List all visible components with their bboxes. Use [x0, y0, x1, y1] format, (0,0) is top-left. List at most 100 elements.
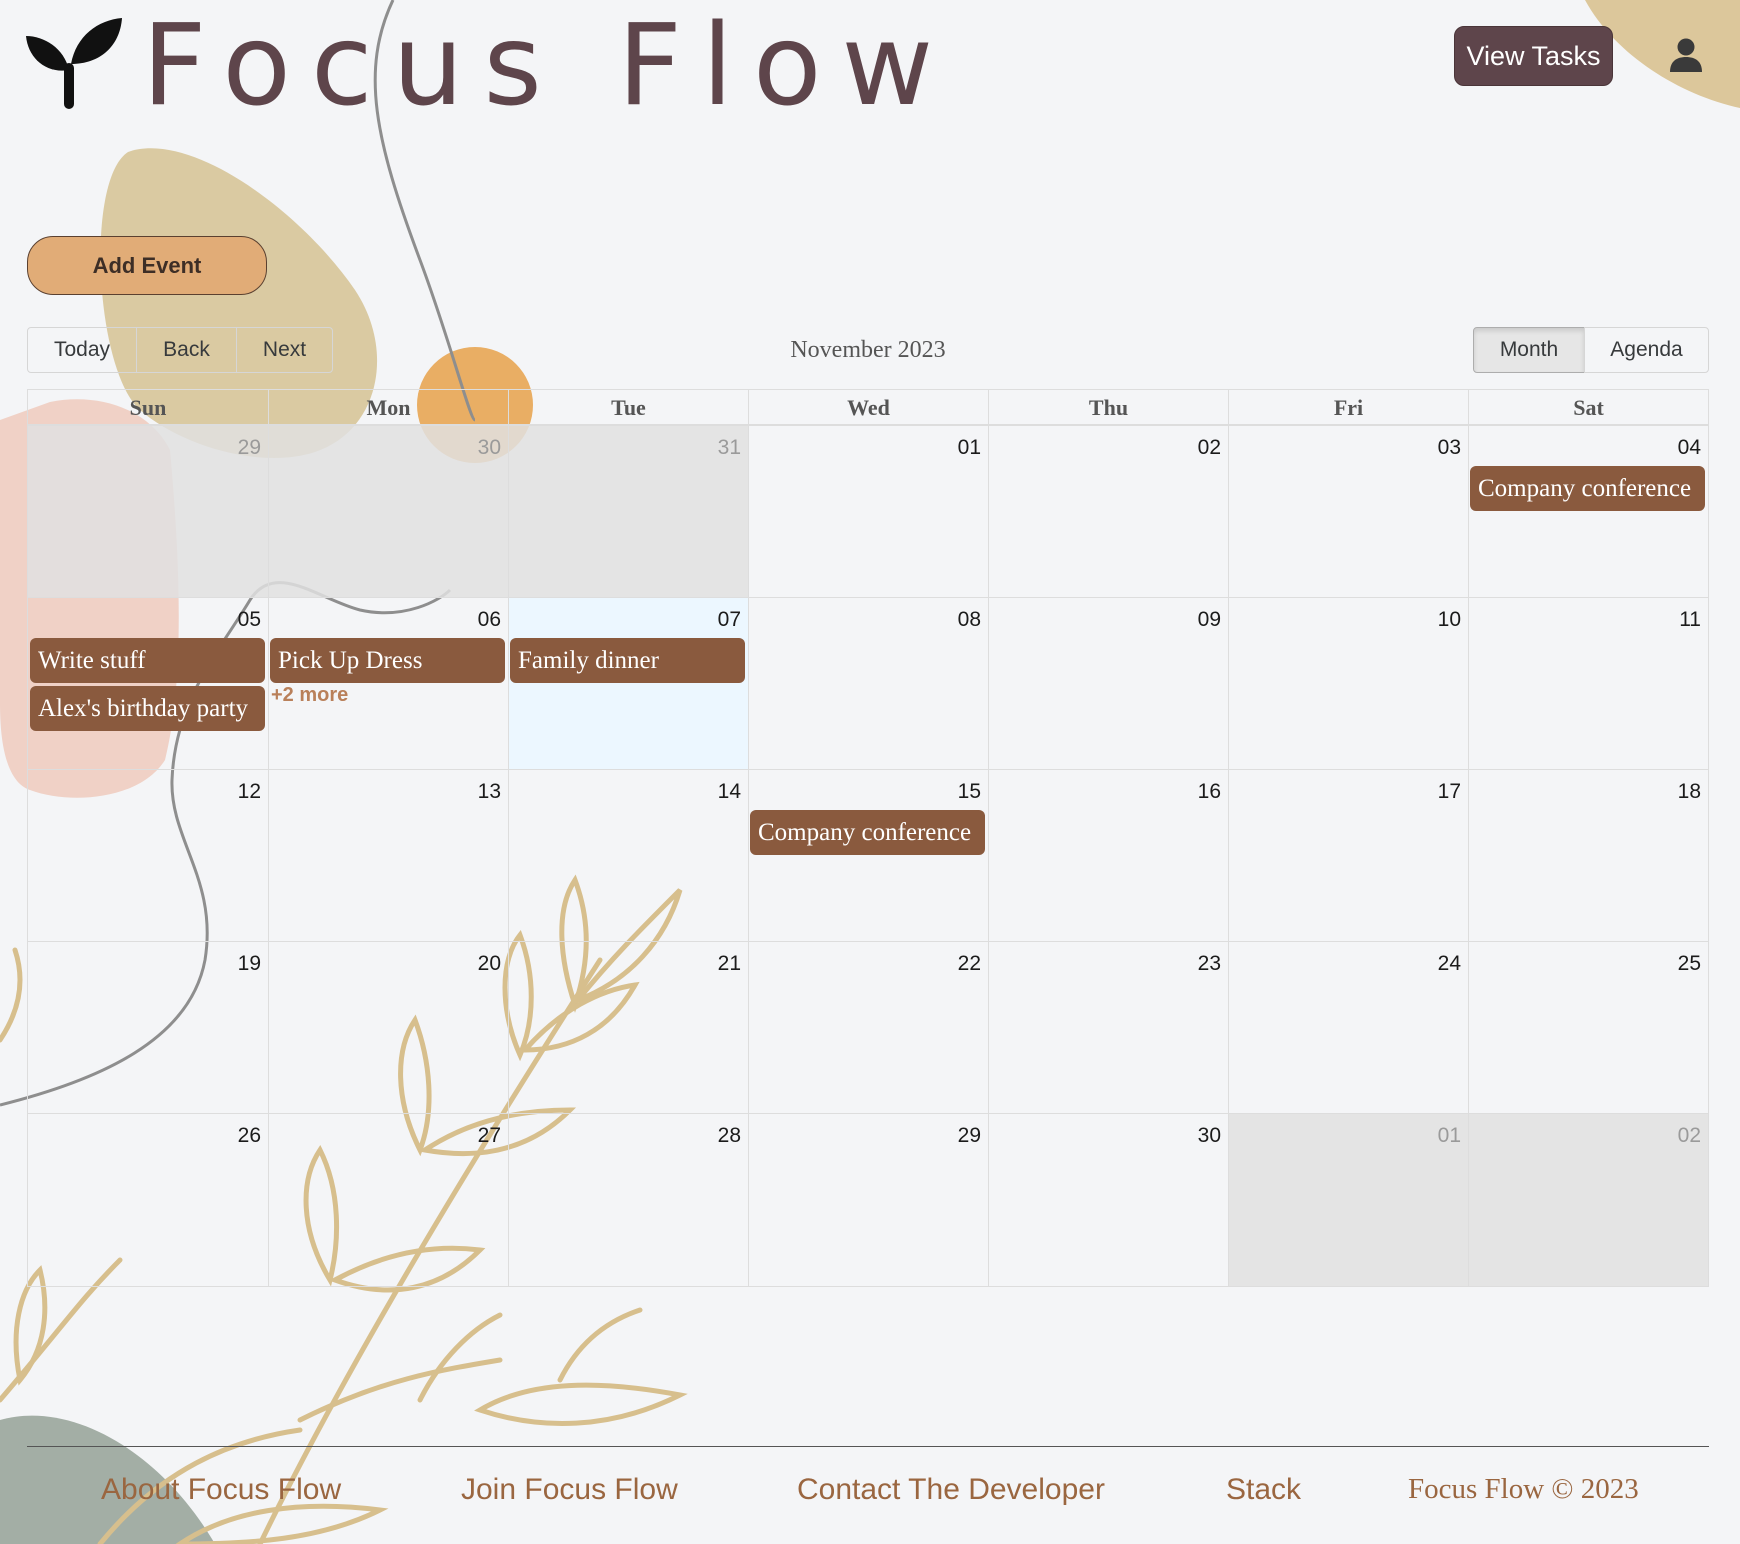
day-cell[interactable]: 26: [28, 1114, 268, 1286]
day-cell[interactable]: 10: [1228, 598, 1468, 770]
date-number[interactable]: 04: [1678, 436, 1701, 460]
date-number[interactable]: 05: [238, 608, 261, 632]
date-number[interactable]: 14: [718, 780, 741, 804]
month-view-button[interactable]: Month: [1473, 327, 1585, 373]
month-calendar: Sun Mon Tue Wed Thu Fri Sat 29 30 31 01 02 03 04 Comp…: [27, 389, 1709, 1287]
day-cell[interactable]: 18: [1468, 770, 1708, 942]
date-number[interactable]: 24: [1438, 952, 1461, 976]
day-cell[interactable]: 01: [1228, 1114, 1468, 1286]
date-number[interactable]: 18: [1678, 780, 1701, 804]
calendar-event[interactable]: Company conference: [750, 810, 985, 855]
day-cell[interactable]: 21: [508, 942, 748, 1114]
date-number[interactable]: 27: [478, 1124, 501, 1148]
agenda-view-button[interactable]: Agenda: [1584, 327, 1709, 373]
day-cell[interactable]: 04: [1468, 426, 1708, 598]
day-cell[interactable]: 11: [1468, 598, 1708, 770]
calendar-event[interactable]: Company conference: [1470, 466, 1705, 511]
day-cell[interactable]: 02: [988, 426, 1228, 598]
calendar-week-row: 19 20 21 22 23 24 25: [28, 941, 1708, 1114]
day-cell[interactable]: 05: [28, 598, 268, 770]
day-cell[interactable]: 16: [988, 770, 1228, 942]
date-number[interactable]: 08: [958, 608, 981, 632]
day-cell[interactable]: 23: [988, 942, 1228, 1114]
day-cell[interactable]: 13: [268, 770, 508, 942]
date-number[interactable]: 16: [1198, 780, 1221, 804]
date-number[interactable]: 20: [478, 952, 501, 976]
date-number[interactable]: 22: [958, 952, 981, 976]
date-number[interactable]: 26: [238, 1124, 261, 1148]
weekday-header-sun: Sun: [129, 395, 167, 420]
day-cell[interactable]: 12: [28, 770, 268, 942]
day-cell[interactable]: 28: [508, 1114, 748, 1286]
date-number[interactable]: 01: [958, 436, 981, 460]
date-number[interactable]: 11: [1679, 608, 1701, 632]
day-cell[interactable]: 22: [748, 942, 988, 1114]
app-root: Focus Flow View Tasks Add Event November…: [0, 0, 1740, 1544]
today-button[interactable]: Today: [27, 327, 137, 373]
date-number[interactable]: 15: [958, 780, 981, 804]
date-number[interactable]: 23: [1198, 952, 1221, 976]
view-tasks-button[interactable]: View Tasks: [1454, 26, 1613, 86]
date-number[interactable]: 07: [718, 608, 741, 632]
day-cell[interactable]: 27: [268, 1114, 508, 1286]
day-cell[interactable]: 03: [1228, 426, 1468, 598]
add-event-button[interactable]: Add Event: [27, 236, 267, 295]
day-cell[interactable]: 15: [748, 770, 988, 942]
app-logo-text[interactable]: Focus Flow: [142, 0, 953, 132]
date-number[interactable]: 21: [718, 952, 741, 976]
date-number[interactable]: 28: [718, 1124, 741, 1148]
footer-copyright: Focus Flow © 2023: [1408, 1473, 1639, 1505]
day-cell[interactable]: 20: [268, 942, 508, 1114]
date-number[interactable]: 17: [1438, 780, 1461, 804]
footer-link-join[interactable]: Join Focus Flow: [461, 1473, 678, 1507]
weekday-header-tue: Tue: [508, 390, 748, 425]
day-cell[interactable]: 30: [988, 1114, 1228, 1286]
day-cell[interactable]: 29: [748, 1114, 988, 1286]
day-cell[interactable]: 17: [1228, 770, 1468, 942]
day-cell[interactable]: 07: [508, 598, 748, 770]
day-cell[interactable]: 31: [508, 426, 748, 598]
date-number[interactable]: 30: [478, 436, 501, 460]
page-footer: About Focus Flow Join Focus Flow Contact…: [27, 1446, 1709, 1544]
date-number[interactable]: 10: [1438, 608, 1461, 632]
date-number[interactable]: 13: [478, 780, 501, 804]
show-more-link[interactable]: +2 more: [271, 684, 348, 707]
date-number[interactable]: 06: [478, 608, 501, 632]
day-cell[interactable]: 09: [988, 598, 1228, 770]
date-number[interactable]: 02: [1678, 1124, 1701, 1148]
next-button[interactable]: Next: [236, 327, 333, 373]
day-cell[interactable]: 02: [1468, 1114, 1708, 1286]
date-number[interactable]: 19: [238, 952, 261, 976]
day-cell[interactable]: 30: [268, 426, 508, 598]
date-number[interactable]: 29: [958, 1124, 981, 1148]
day-cell[interactable]: 14: [508, 770, 748, 942]
day-cell[interactable]: 25: [1468, 942, 1708, 1114]
calendar-event[interactable]: Family dinner: [510, 638, 745, 683]
calendar-week-row: 29 30 31 01 02 03 04 Company conference: [28, 425, 1708, 598]
weekday-header-sat: Sat: [1468, 390, 1708, 425]
footer-link-stack[interactable]: Stack: [1226, 1473, 1301, 1507]
date-number[interactable]: 01: [1438, 1124, 1461, 1148]
footer-link-contact[interactable]: Contact The Developer: [797, 1473, 1105, 1507]
day-cell[interactable]: 08: [748, 598, 988, 770]
back-button[interactable]: Back: [136, 327, 237, 373]
date-number[interactable]: 02: [1198, 436, 1221, 460]
calendar-toolbar: November 2023 Today Back Next Month Agen…: [27, 327, 1709, 373]
sprout-icon: [26, 18, 122, 109]
date-number[interactable]: 09: [1198, 608, 1221, 632]
date-number[interactable]: 03: [1438, 436, 1461, 460]
user-icon[interactable]: [1669, 37, 1703, 73]
date-number[interactable]: 29: [238, 436, 261, 460]
day-cell[interactable]: 24: [1228, 942, 1468, 1114]
date-number[interactable]: 25: [1678, 952, 1701, 976]
date-number[interactable]: 31: [718, 436, 741, 460]
calendar-event[interactable]: Pick Up Dress: [270, 638, 505, 683]
date-number[interactable]: 12: [238, 780, 261, 804]
calendar-event[interactable]: Write stuff: [30, 638, 265, 683]
calendar-event[interactable]: Alex's birthday party: [30, 686, 265, 731]
footer-link-about[interactable]: About Focus Flow: [101, 1473, 341, 1507]
day-cell[interactable]: 29: [28, 426, 268, 598]
day-cell[interactable]: 19: [28, 942, 268, 1114]
date-number[interactable]: 30: [1198, 1124, 1221, 1148]
day-cell[interactable]: 01: [748, 426, 988, 598]
